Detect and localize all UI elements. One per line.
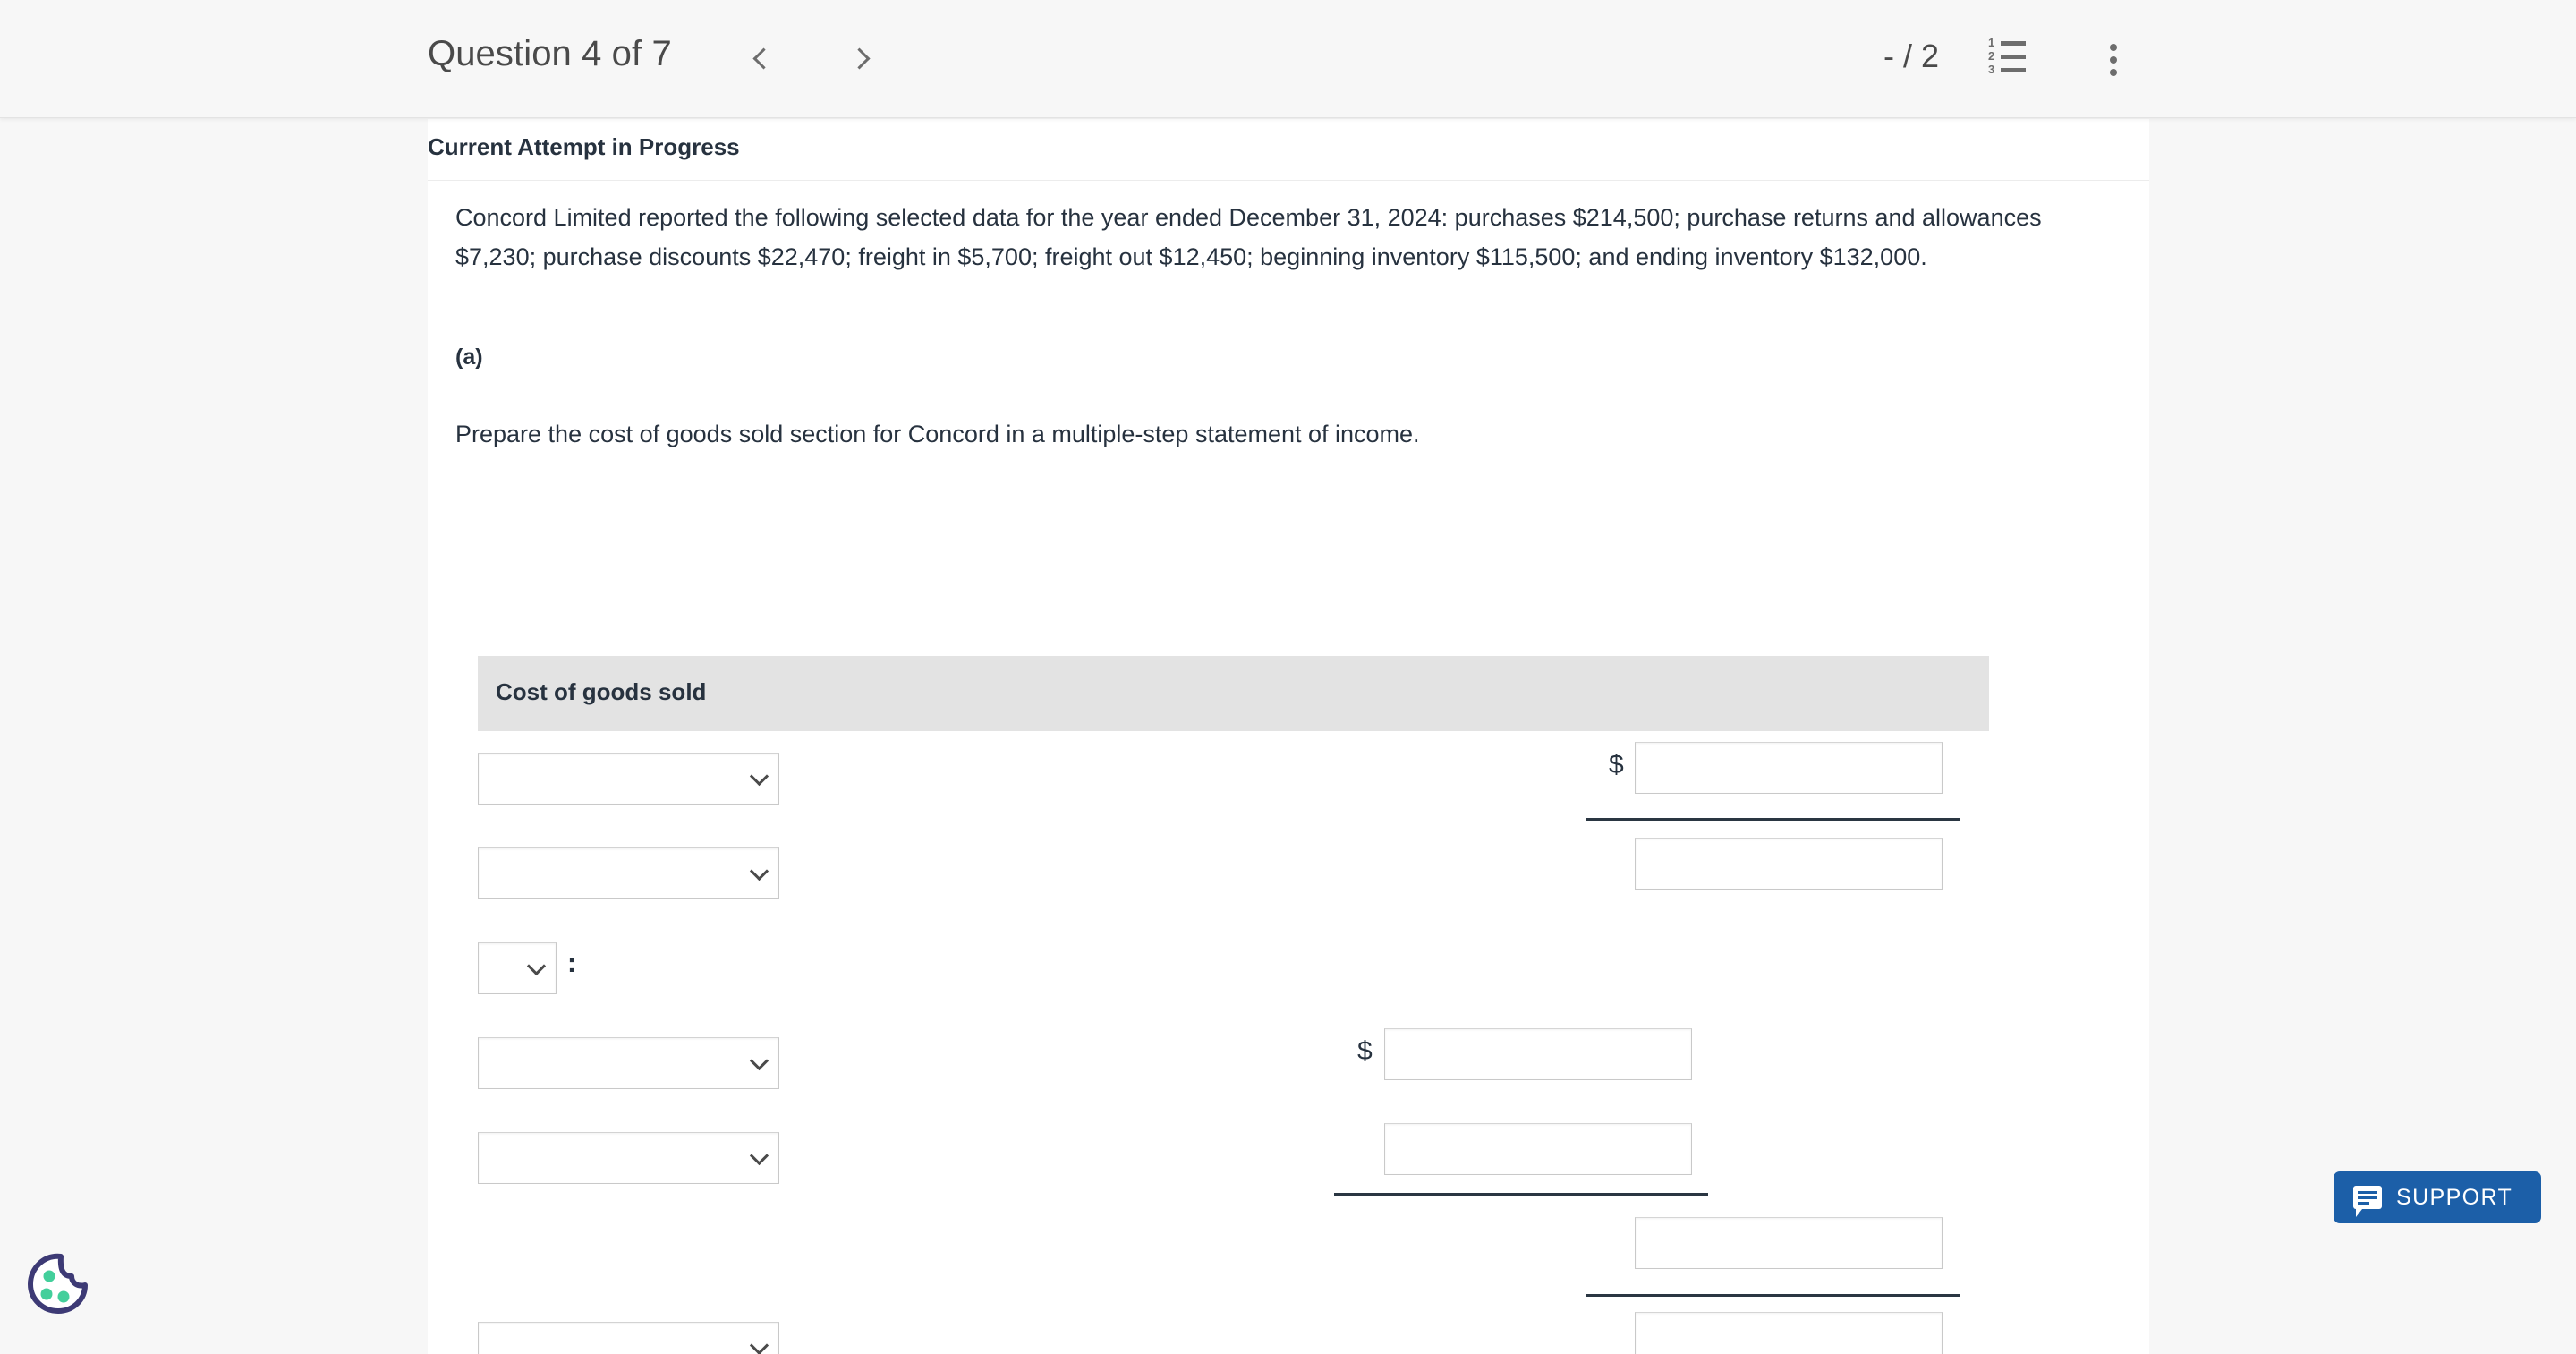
kebab-dot-2: [2110, 56, 2117, 64]
row-1-subtotal-rule: [1586, 818, 1960, 821]
chevron-down-icon: [749, 861, 769, 881]
row-5-account-select[interactable]: [478, 1132, 779, 1184]
kebab-dot-1: [2110, 44, 2117, 51]
list-bar-1: [2001, 41, 2026, 46]
chevron-right-icon: [847, 47, 871, 70]
row-6-amount-input[interactable]: [1635, 1217, 1943, 1269]
cost-of-goods-sold-form: Cost of goods sold $ : $: [453, 119, 2149, 1354]
bubble-line-2: [2358, 1196, 2377, 1199]
row-1-amount-input[interactable]: [1635, 742, 1943, 794]
row-6-subtotal-rule: [1586, 1294, 1960, 1297]
question-content-panel: Current Attempt in Progress Concord Limi…: [428, 119, 2149, 1354]
score-display: - / 2: [1883, 38, 1940, 74]
chevron-down-icon: [749, 1335, 769, 1354]
table-section-header: Cost of goods sold: [478, 656, 1989, 731]
cookie-icon-svg: [28, 1253, 88, 1314]
row-4-amount-input[interactable]: [1384, 1028, 1692, 1080]
row-1-currency-symbol: $: [1609, 750, 1624, 779]
next-question-button[interactable]: [837, 36, 881, 81]
row-5-amount-input[interactable]: [1384, 1123, 1692, 1175]
kebab-menu-icon[interactable]: [2093, 36, 2134, 82]
top-header-bar: Question 4 of 7 - / 2 1 2 3: [0, 0, 2576, 118]
row-4-account-select[interactable]: [478, 1037, 779, 1089]
list-number-2: 2: [1988, 49, 1995, 63]
row-4-currency-symbol: $: [1357, 1036, 1373, 1066]
list-bar-2: [2001, 55, 2026, 59]
row-7-amount-input[interactable]: [1635, 1312, 1943, 1354]
chevron-down-icon: [749, 1145, 769, 1166]
row-5-subtotal-rule: [1334, 1193, 1708, 1196]
row-2-account-select[interactable]: [478, 847, 779, 899]
chat-bubble-icon: [2353, 1186, 2382, 1217]
list-number-1: 1: [1988, 36, 1995, 49]
chevron-down-icon: [749, 766, 769, 787]
row-3-label-select[interactable]: [478, 942, 557, 994]
kebab-dot-3: [2110, 69, 2117, 76]
chevron-down-icon: [749, 1051, 769, 1071]
cookie-consent-icon[interactable]: [22, 1248, 92, 1318]
row-1-account-select[interactable]: [478, 753, 779, 805]
row-3-colon: :: [567, 949, 576, 978]
chevron-left-icon: [752, 47, 775, 70]
table-section-title: Cost of goods sold: [496, 678, 707, 705]
numbered-list-icon[interactable]: 1 2 3: [1988, 36, 2031, 79]
support-button-label: SUPPORT: [2396, 1184, 2513, 1210]
support-button[interactable]: SUPPORT: [2334, 1171, 2541, 1223]
row-7-account-select[interactable]: [478, 1322, 779, 1354]
row-2-amount-input[interactable]: [1635, 838, 1943, 890]
bubble-line-3: [2358, 1202, 2369, 1205]
previous-question-button[interactable]: [741, 36, 786, 81]
page-title: Question 4 of 7: [428, 34, 672, 73]
bubble-line-1: [2358, 1191, 2377, 1194]
list-bar-3: [2001, 68, 2026, 72]
chevron-down-icon: [526, 956, 547, 976]
list-number-3: 3: [1988, 63, 1995, 76]
